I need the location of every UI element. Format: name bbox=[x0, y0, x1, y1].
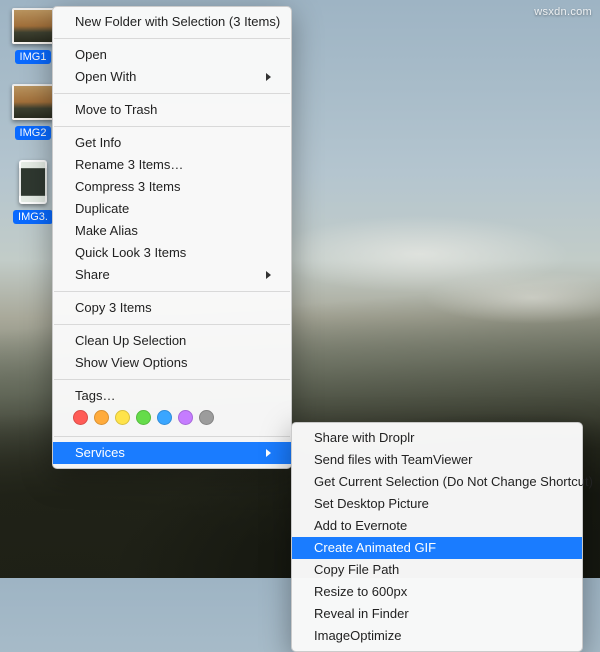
menu-item-label: Rename 3 Items… bbox=[75, 156, 183, 174]
tag-blue-icon[interactable] bbox=[157, 410, 172, 425]
services-create-animated-gif[interactable]: Create Animated GIF bbox=[292, 537, 582, 559]
chevron-right-icon bbox=[266, 271, 271, 279]
tag-purple-icon[interactable] bbox=[178, 410, 193, 425]
context-menu: New Folder with Selection (3 Items) Open… bbox=[52, 6, 292, 469]
menu-item-label: Send files with TeamViewer bbox=[314, 451, 473, 469]
menu-rename[interactable]: Rename 3 Items… bbox=[53, 154, 291, 176]
file-label: IMG3. bbox=[13, 210, 53, 224]
menu-item-label: ImageOptimize bbox=[314, 627, 401, 645]
menu-open-with[interactable]: Open With bbox=[53, 66, 291, 88]
menu-quick-look[interactable]: Quick Look 3 Items bbox=[53, 242, 291, 264]
menu-duplicate[interactable]: Duplicate bbox=[53, 198, 291, 220]
menu-item-label: Get Current Selection (Do Not Change Sho… bbox=[314, 473, 593, 491]
menu-separator bbox=[54, 291, 290, 292]
menu-copy[interactable]: Copy 3 Items bbox=[53, 297, 291, 319]
menu-item-label: Make Alias bbox=[75, 222, 138, 240]
services-share-droplr[interactable]: Share with Droplr bbox=[292, 427, 582, 449]
menu-item-label: Open bbox=[75, 46, 107, 64]
services-add-evernote[interactable]: Add to Evernote bbox=[292, 515, 582, 537]
menu-move-to-trash[interactable]: Move to Trash bbox=[53, 99, 291, 121]
menu-make-alias[interactable]: Make Alias bbox=[53, 220, 291, 242]
menu-new-folder-selection[interactable]: New Folder with Selection (3 Items) bbox=[53, 11, 291, 33]
thumbnail-icon bbox=[19, 160, 47, 204]
services-send-teamviewer[interactable]: Send files with TeamViewer bbox=[292, 449, 582, 471]
thumbnail-icon bbox=[12, 84, 54, 120]
menu-separator bbox=[54, 379, 290, 380]
menu-item-label: Get Info bbox=[75, 134, 121, 152]
services-set-desktop-picture[interactable]: Set Desktop Picture bbox=[292, 493, 582, 515]
menu-item-label: Share with Droplr bbox=[314, 429, 414, 447]
services-get-current-selection[interactable]: Get Current Selection (Do Not Change Sho… bbox=[292, 471, 582, 493]
menu-item-label: New Folder with Selection (3 Items) bbox=[75, 13, 280, 31]
menu-separator bbox=[54, 38, 290, 39]
tag-green-icon[interactable] bbox=[136, 410, 151, 425]
watermark-text: wsxdn.com bbox=[534, 6, 592, 18]
tag-red-icon[interactable] bbox=[73, 410, 88, 425]
chevron-right-icon bbox=[266, 449, 271, 457]
file-label: IMG2 bbox=[15, 126, 52, 140]
menu-item-label: Clean Up Selection bbox=[75, 332, 186, 350]
menu-show-view-options[interactable]: Show View Options bbox=[53, 352, 291, 374]
menu-separator bbox=[54, 436, 290, 437]
tag-gray-icon[interactable] bbox=[199, 410, 214, 425]
menu-separator bbox=[54, 126, 290, 127]
menu-item-label: Show View Options bbox=[75, 354, 188, 372]
menu-item-label: Tags… bbox=[75, 387, 115, 405]
menu-compress[interactable]: Compress 3 Items bbox=[53, 176, 291, 198]
menu-separator bbox=[54, 324, 290, 325]
menu-item-label: Share bbox=[75, 266, 110, 284]
desktop-file-img3[interactable]: IMG3. bbox=[10, 160, 56, 224]
desktop-file-img2[interactable]: IMG2 bbox=[10, 84, 56, 140]
menu-services[interactable]: Services bbox=[53, 442, 291, 464]
menu-item-label: Set Desktop Picture bbox=[314, 495, 429, 513]
menu-clean-up-selection[interactable]: Clean Up Selection bbox=[53, 330, 291, 352]
menu-tags-row bbox=[53, 407, 291, 431]
menu-item-label: Compress 3 Items bbox=[75, 178, 180, 196]
services-resize-600[interactable]: Resize to 600px bbox=[292, 581, 582, 603]
menu-item-label: Copy File Path bbox=[314, 561, 399, 579]
services-image-optimize[interactable]: ImageOptimize bbox=[292, 625, 582, 647]
menu-item-label: Create Animated GIF bbox=[314, 539, 436, 557]
tag-yellow-icon[interactable] bbox=[115, 410, 130, 425]
menu-item-label: Open With bbox=[75, 68, 136, 86]
menu-item-label: Add to Evernote bbox=[314, 517, 407, 535]
thumbnail-icon bbox=[12, 8, 54, 44]
menu-item-label: Quick Look 3 Items bbox=[75, 244, 186, 262]
file-label: IMG1 bbox=[15, 50, 52, 64]
menu-get-info[interactable]: Get Info bbox=[53, 132, 291, 154]
chevron-right-icon bbox=[266, 73, 271, 81]
menu-tags-label: Tags… bbox=[53, 385, 291, 407]
services-submenu: Share with Droplr Send files with TeamVi… bbox=[291, 422, 583, 652]
menu-item-label: Services bbox=[75, 444, 125, 462]
services-reveal-finder[interactable]: Reveal in Finder bbox=[292, 603, 582, 625]
menu-separator bbox=[54, 93, 290, 94]
menu-item-label: Resize to 600px bbox=[314, 583, 407, 601]
menu-item-label: Copy 3 Items bbox=[75, 299, 152, 317]
menu-item-label: Reveal in Finder bbox=[314, 605, 409, 623]
tag-orange-icon[interactable] bbox=[94, 410, 109, 425]
menu-share[interactable]: Share bbox=[53, 264, 291, 286]
desktop-file-img1[interactable]: IMG1 bbox=[10, 8, 56, 64]
menu-item-label: Move to Trash bbox=[75, 101, 157, 119]
menu-item-label: Duplicate bbox=[75, 200, 129, 218]
menu-open[interactable]: Open bbox=[53, 44, 291, 66]
